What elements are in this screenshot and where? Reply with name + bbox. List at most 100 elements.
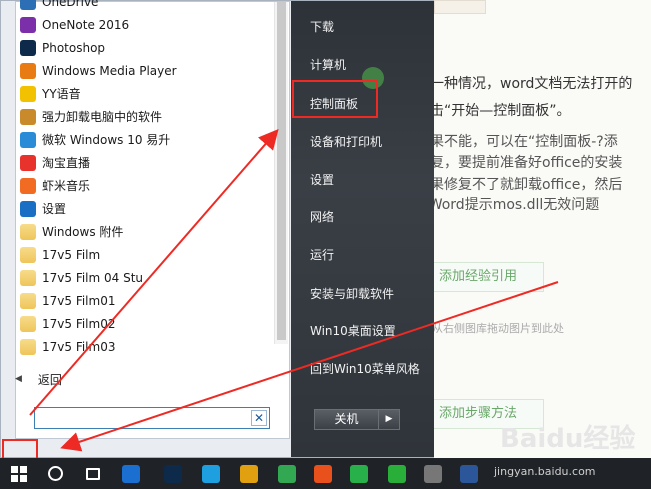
windows-logo-icon xyxy=(11,465,27,482)
upgrade-icon xyxy=(20,131,36,148)
right-link-item[interactable]: 运行 xyxy=(310,246,334,263)
shutdown-options-arrow-icon[interactable]: ▶ xyxy=(379,410,399,429)
program-item[interactable]: 微软 Windows 10 易升 xyxy=(20,128,266,151)
program-item[interactable]: OneNote 2016 xyxy=(20,13,266,36)
article-line-2: 点击“开始—控制面板”。 xyxy=(416,103,571,119)
cortana-icon xyxy=(47,466,63,481)
right-link-item[interactable]: 回到Win10菜单风格 xyxy=(310,360,420,377)
article-line-6: • Word提示mos.dll无效问题 xyxy=(416,197,600,213)
right-link-item[interactable]: 设备和打印机 xyxy=(310,133,382,150)
right-link-item[interactable]: Win10桌面设置 xyxy=(310,322,396,339)
program-label: 微软 Windows 10 易升 xyxy=(42,133,171,147)
photoshop-icon xyxy=(20,39,36,56)
folder-icon xyxy=(20,315,36,332)
taskbar-button[interactable] xyxy=(80,458,106,489)
program-item[interactable]: 17v5 Film 04 Stu xyxy=(20,266,266,289)
photoshop-icon xyxy=(164,464,182,483)
program-item[interactable]: Photoshop xyxy=(20,36,266,59)
taskbar-button[interactable] xyxy=(310,458,336,489)
article-line-3: 如果不能，可以在“控制面板-?添 xyxy=(416,134,618,150)
right-link-item[interactable]: 设置 xyxy=(310,171,334,188)
start-search-input[interactable] xyxy=(35,409,245,429)
right-link-item[interactable]: 安装与卸载软件 xyxy=(310,285,394,302)
program-label: 17v5 Film xyxy=(42,247,101,262)
taskbar-button[interactable] xyxy=(118,458,144,489)
taskbar-button[interactable] xyxy=(42,458,68,489)
program-item[interactable]: 17v5 Film xyxy=(20,243,266,266)
taskbar-button[interactable] xyxy=(160,458,186,489)
settings-icon xyxy=(20,200,36,217)
start-menu: OneDrive OneNote 2016 Photoshop Windows Med… xyxy=(0,0,434,458)
taskbar-button[interactable] xyxy=(274,458,300,489)
program-label: 淘宝直播 xyxy=(42,156,91,170)
program-item[interactable]: 淘宝直播 xyxy=(20,151,266,174)
program-item[interactable]: Windows 附件 xyxy=(20,220,266,243)
taskbar-button[interactable] xyxy=(236,458,262,489)
program-label: Windows Media Player xyxy=(42,63,177,78)
xiami-icon xyxy=(20,177,36,194)
shutdown-button-group: 关机 ▶ xyxy=(314,409,400,430)
user-icon xyxy=(424,464,442,483)
site-url: jingyan.baidu.com xyxy=(494,465,596,478)
article-line-1: 第一种情况，word文档无法打开的 xyxy=(416,76,633,92)
right-link-item[interactable]: 计算机 xyxy=(310,56,346,73)
program-label: Photoshop xyxy=(42,40,106,55)
right-links-panel: 下载 计算机 控制面板 设备和打印机 设置 网络 运行 安装与卸载软件 Win10桌面设置 回到W… xyxy=(291,1,434,457)
program-item[interactable]: 设置 xyxy=(20,197,266,220)
taobao-live-icon xyxy=(20,154,36,171)
onedrive-icon xyxy=(20,0,36,10)
baidu-watermark: Baidu经验 xyxy=(500,424,636,454)
chrome-icon xyxy=(240,464,258,483)
add-reference-button[interactable]: 添加经验引用 xyxy=(432,262,544,292)
start-button[interactable] xyxy=(4,458,34,489)
task-view-icon xyxy=(86,467,100,480)
program-label: 设置 xyxy=(42,202,67,216)
wechat-icon xyxy=(388,464,406,483)
taskbar-button[interactable] xyxy=(346,458,372,489)
annotation-box-control-panel xyxy=(292,80,378,118)
taskbar-button[interactable] xyxy=(384,458,410,489)
app-blue-icon xyxy=(202,464,220,483)
program-item[interactable]: 17v5 Film03 xyxy=(20,335,266,358)
clear-search-icon[interactable]: ✕ xyxy=(251,410,267,426)
back-button[interactable]: ◀ 返回 xyxy=(15,368,115,390)
taskbar: jingyan.baidu.com xyxy=(0,458,651,489)
scrollbar-thumb[interactable] xyxy=(277,2,286,340)
taskbar-button[interactable] xyxy=(198,458,224,489)
uninstall-icon xyxy=(20,108,36,125)
media-icon xyxy=(122,464,140,483)
folder-icon xyxy=(20,246,36,263)
onenote-icon xyxy=(20,16,36,33)
program-item[interactable]: Windows Media Player xyxy=(20,59,266,82)
program-label: 17v5 Film 04 Stu xyxy=(42,270,144,285)
shutdown-button[interactable]: 关机 xyxy=(315,410,379,429)
program-item[interactable]: OneDrive xyxy=(20,0,266,13)
folder-icon xyxy=(20,292,36,309)
word-icon xyxy=(460,464,478,483)
iqiyi-icon xyxy=(350,464,368,483)
folder-icon xyxy=(20,269,36,286)
yy-icon xyxy=(20,85,36,102)
right-link-item[interactable]: 网络 xyxy=(310,208,334,225)
taskbar-button[interactable] xyxy=(456,458,482,489)
program-item[interactable]: YY语音 xyxy=(20,82,266,105)
taskbar-button[interactable] xyxy=(420,458,446,489)
program-item[interactable]: 强力卸载电脑中的软件 xyxy=(20,105,266,128)
program-item[interactable]: 17v5 Film01 xyxy=(20,289,266,312)
article-thumbnail xyxy=(434,0,486,14)
folder-icon xyxy=(20,223,36,240)
program-label: 强力卸载电脑中的软件 xyxy=(42,110,163,124)
start-search-box[interactable]: ✕ xyxy=(34,407,270,429)
program-item[interactable]: 虾米音乐 xyxy=(20,174,266,197)
firefox-icon xyxy=(314,464,332,483)
program-item[interactable]: 17v5 Film02 xyxy=(20,312,266,335)
program-label: OneNote 2016 xyxy=(42,17,130,32)
program-list-scrollbar[interactable] xyxy=(274,2,288,344)
program-label: 虾米音乐 xyxy=(42,179,91,193)
right-link-item[interactable]: 下载 xyxy=(310,18,334,35)
back-label: 返回 xyxy=(37,372,62,387)
program-label: OneDrive xyxy=(42,0,99,9)
program-label: Windows 附件 xyxy=(42,225,124,239)
green-app-icon xyxy=(278,464,296,483)
article-line-4: 修复，要提前准备好office的安装 xyxy=(416,155,623,171)
